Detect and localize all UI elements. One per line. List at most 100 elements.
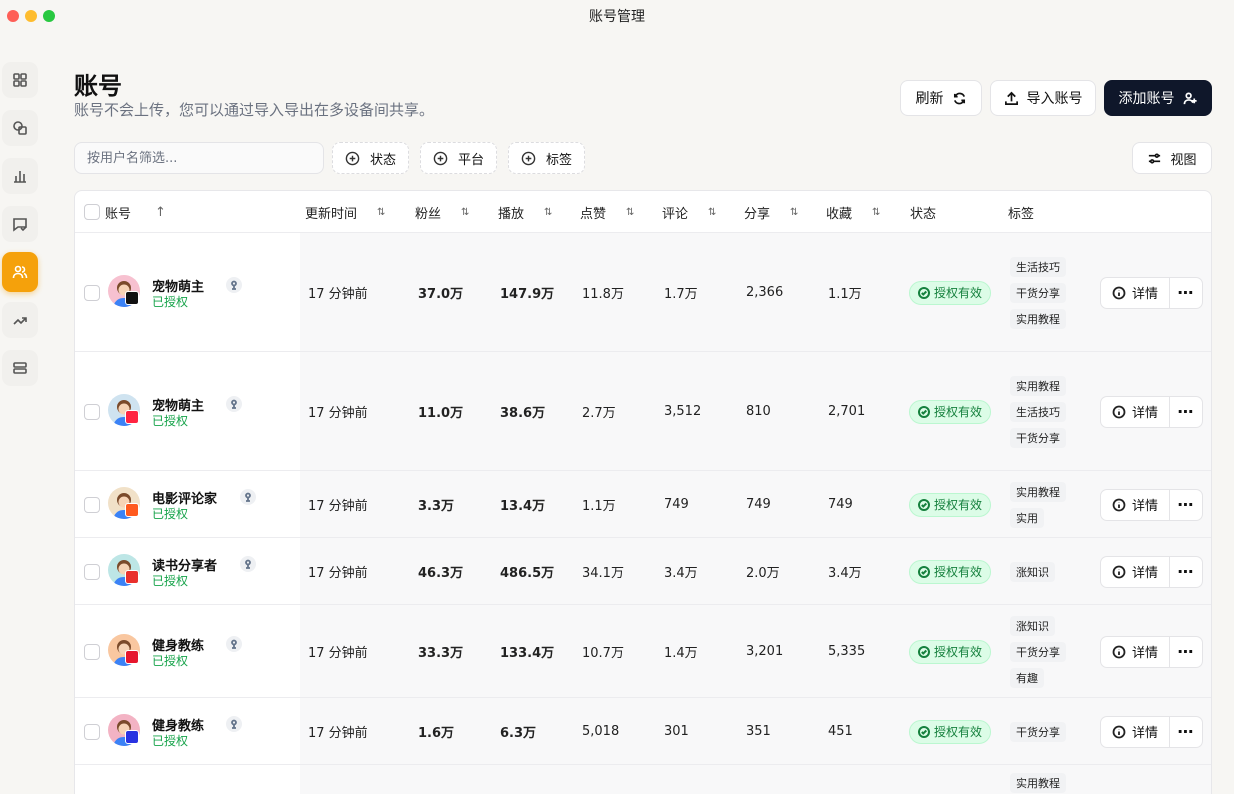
check-circle-icon [918, 645, 930, 658]
info-icon [1112, 725, 1126, 738]
col-header-shares[interactable]: 分享 ⇅ [744, 191, 798, 233]
sidebar-item-comments[interactable] [2, 206, 38, 242]
col-header-updated[interactable]: 更新时间 ⇅ [305, 191, 385, 233]
more-actions-button[interactable]: ⋯ [1170, 715, 1203, 748]
col-shares-label: 分享 [744, 206, 771, 222]
sort-asc-icon: ↑ [155, 204, 166, 220]
row-checkbox[interactable] [84, 723, 100, 740]
import-account-button[interactable]: 导入账号 [990, 80, 1096, 116]
check-circle-icon [918, 565, 930, 578]
cell-plays: 147.9万 [500, 286, 555, 302]
details-button[interactable]: 详情 [1100, 715, 1170, 748]
select-all-checkbox[interactable] [84, 204, 100, 220]
cell-likes: 11.8万 [582, 286, 624, 302]
col-header-plays[interactable]: 播放 ⇅ [498, 191, 552, 233]
info-icon [1112, 286, 1126, 299]
dashboard-icon [13, 73, 27, 87]
sidebar-item-accounts[interactable] [2, 252, 38, 292]
cell-updated: 17 分钟前 [308, 286, 368, 302]
more-actions-button[interactable]: ⋯ [1170, 555, 1203, 588]
import-label: 导入账号 [1026, 91, 1083, 107]
details-button[interactable]: 详情 [1100, 555, 1170, 588]
details-button[interactable]: 详情 [1100, 635, 1170, 668]
row-checkbox[interactable] [84, 403, 100, 420]
platform-filter-button[interactable]: 平台 [420, 142, 498, 174]
close-window-button[interactable] [7, 10, 19, 22]
cell-fans: 1.6万 [418, 725, 455, 741]
auth-status-text: 已授权 [152, 413, 189, 428]
auth-status-text: 已授权 [152, 294, 189, 309]
comment-check-icon [13, 218, 27, 232]
sidebar-item-dashboard[interactable] [2, 62, 38, 98]
users-icon [12, 265, 28, 279]
cell-comments: 1.4万 [664, 645, 698, 661]
table-row: 宠物萌主 已授权 17 分钟前 11.0万 38.6万 2.7万 3,512 810 2,701… [75, 352, 1211, 471]
details-button[interactable]: 详情 [1100, 488, 1170, 521]
pin-icon[interactable] [240, 555, 256, 572]
zoom-window-button[interactable] [43, 10, 55, 22]
tag-chip: 干货分享 [1010, 282, 1066, 303]
col-header-fans[interactable]: 粉丝 ⇅ [415, 191, 469, 233]
more-actions-button[interactable]: ⋯ [1170, 276, 1203, 309]
xiaohongshu-platform-icon [125, 409, 139, 424]
col-favorites-label: 收藏 [826, 206, 853, 222]
sidebar-item-storage[interactable] [2, 350, 38, 386]
view-options-button[interactable]: 视图 [1132, 142, 1212, 174]
tags-filter-button[interactable]: 标签 [508, 142, 586, 174]
details-label: 详情 [1131, 499, 1158, 514]
layers-icon [13, 121, 27, 135]
col-header-comments[interactable]: 评论 ⇅ [662, 191, 716, 233]
sidebar-item-trends[interactable] [2, 302, 38, 338]
minimize-window-button[interactable] [25, 10, 37, 22]
cell-updated: 17 分钟前 [308, 565, 368, 581]
col-header-favorites[interactable]: 收藏 ⇅ [826, 191, 880, 233]
cell-comments: 749 [664, 496, 689, 512]
cell-plays: 38.6万 [500, 405, 546, 421]
details-button[interactable]: 详情 [1100, 276, 1170, 309]
more-actions-button[interactable]: ⋯ [1170, 488, 1203, 521]
check-circle-icon [918, 725, 930, 738]
details-label: 详情 [1131, 566, 1158, 581]
more-actions-button[interactable]: ⋯ [1170, 395, 1203, 428]
upload-icon [1004, 91, 1018, 105]
col-header-account[interactable]: 账号 ↑ [105, 191, 166, 233]
details-label: 详情 [1131, 726, 1158, 741]
col-account-label: 账号 [105, 206, 132, 222]
col-fans-label: 粉丝 [415, 206, 442, 222]
check-circle-icon [918, 405, 930, 418]
cell-updated: 17 分钟前 [308, 645, 368, 661]
cell-likes: 34.1万 [582, 565, 624, 581]
cell-shares: 2,366 [746, 284, 784, 300]
douyin-platform-icon [125, 290, 139, 305]
row-checkbox[interactable] [84, 643, 100, 660]
more-actions-button[interactable]: ⋯ [1170, 635, 1203, 668]
add-account-button[interactable]: 添加账号 [1104, 80, 1212, 116]
cell-comments: 301 [664, 723, 689, 739]
details-button[interactable]: 详情 [1100, 395, 1170, 428]
col-header-likes[interactable]: 点赞 ⇅ [580, 191, 634, 233]
toutiao-platform-icon [125, 569, 139, 584]
pin-icon[interactable] [226, 635, 242, 652]
cell-updated: 17 分钟前 [308, 405, 368, 421]
status-text: 授权有效 [934, 405, 983, 419]
auth-status-text: 已授权 [152, 653, 189, 668]
row-checkbox[interactable] [84, 496, 100, 513]
tag-chip: 实用教程 [1010, 773, 1066, 793]
cell-comments: 3.4万 [664, 565, 698, 581]
pin-icon[interactable] [226, 715, 242, 732]
row-checkbox[interactable] [84, 284, 100, 301]
sidebar-item-analytics[interactable] [2, 158, 38, 194]
col-likes-label: 点赞 [580, 206, 607, 222]
refresh-button[interactable]: 刷新 [900, 80, 982, 116]
pin-icon[interactable] [226, 276, 242, 293]
pin-icon[interactable] [226, 395, 242, 412]
tag-chip: 干货分享 [1010, 641, 1066, 662]
pin-icon[interactable] [240, 488, 256, 505]
cell-likes: 10.7万 [582, 645, 624, 661]
sidebar-item-content[interactable] [2, 110, 38, 146]
row-checkbox[interactable] [84, 563, 100, 580]
cell-favorites: 451 [828, 723, 853, 739]
username-filter-input[interactable] [74, 142, 324, 174]
status-filter-button[interactable]: 状态 [332, 142, 410, 174]
server-icon [13, 362, 27, 374]
